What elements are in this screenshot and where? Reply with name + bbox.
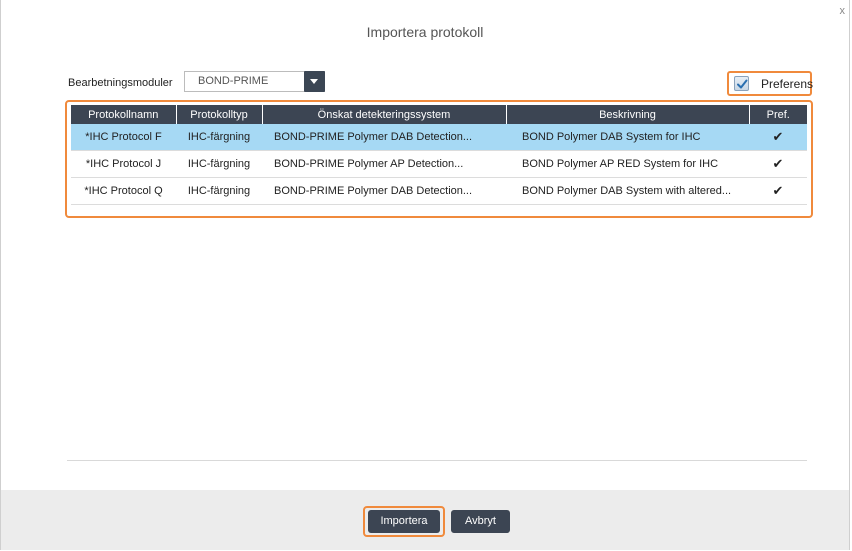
checkmark-icon: ✔ [749, 177, 807, 205]
import-protocol-dialog: x Importera protokoll Bearbetningsmodule… [0, 0, 850, 550]
cell-detection-system: BOND-PRIME Polymer DAB Detection... [262, 177, 506, 205]
module-label: Bearbetningsmoduler [68, 77, 173, 89]
chevron-down-icon[interactable] [304, 71, 325, 92]
cell-protocol-type: IHC-färgning [176, 124, 262, 151]
close-icon[interactable]: x [840, 6, 846, 17]
cell-description: BOND Polymer DAB System for IHC [506, 124, 749, 151]
table-row[interactable]: *IHC Protocol J IHC-färgning BOND-PRIME … [71, 150, 807, 178]
dialog-title: Importera protokoll [366, 24, 484, 40]
column-header-name[interactable]: Protokollnamn [71, 105, 176, 124]
import-button-highlight: Importera [363, 506, 445, 537]
preference-filter: Preferens [727, 71, 814, 96]
module-select-value: BOND-PRIME [198, 75, 269, 87]
cell-protocol-name: *IHC Protocol J [71, 150, 176, 178]
cell-protocol-name: *IHC Protocol Q [71, 177, 176, 205]
table-header-row: Protokollnamn Protokolltyp Önskat detekt… [71, 105, 807, 124]
column-header-description[interactable]: Beskrivning [505, 105, 749, 124]
preference-checkbox[interactable] [734, 76, 749, 91]
cell-protocol-name: *IHC Protocol F [71, 124, 176, 151]
table-row[interactable]: *IHC Protocol F IHC-färgning BOND-PRIME … [71, 124, 807, 151]
cell-protocol-type: IHC-färgning [176, 150, 262, 178]
column-header-pref[interactable]: Pref. [748, 105, 807, 124]
checkmark-icon: ✔ [749, 124, 807, 151]
checkmark-icon [737, 79, 748, 89]
checkmark-icon: ✔ [749, 150, 807, 178]
module-select[interactable]: BOND-PRIME [184, 71, 325, 92]
cell-detection-system: BOND-PRIME Polymer DAB Detection... [262, 124, 506, 151]
cell-detection-system: BOND-PRIME Polymer AP Detection... [262, 150, 506, 178]
cancel-button[interactable]: Avbryt [451, 510, 510, 533]
import-button[interactable]: Importera [368, 510, 440, 533]
table-row[interactable]: *IHC Protocol Q IHC-färgning BOND-PRIME … [71, 177, 807, 205]
column-header-type[interactable]: Protokolltyp [175, 105, 262, 124]
cell-description: BOND Polymer AP RED System for IHC [506, 150, 749, 178]
protocol-table: Protokollnamn Protokolltyp Önskat detekt… [71, 105, 807, 205]
cell-description: BOND Polymer DAB System with altered... [506, 177, 749, 205]
preference-label: Preferens [761, 77, 814, 91]
column-header-detection-system[interactable]: Önskat detekteringssystem [261, 105, 506, 124]
protocol-table-container: Protokollnamn Protokolltyp Önskat detekt… [65, 100, 813, 218]
divider [67, 460, 807, 461]
cell-protocol-type: IHC-färgning [176, 177, 262, 205]
